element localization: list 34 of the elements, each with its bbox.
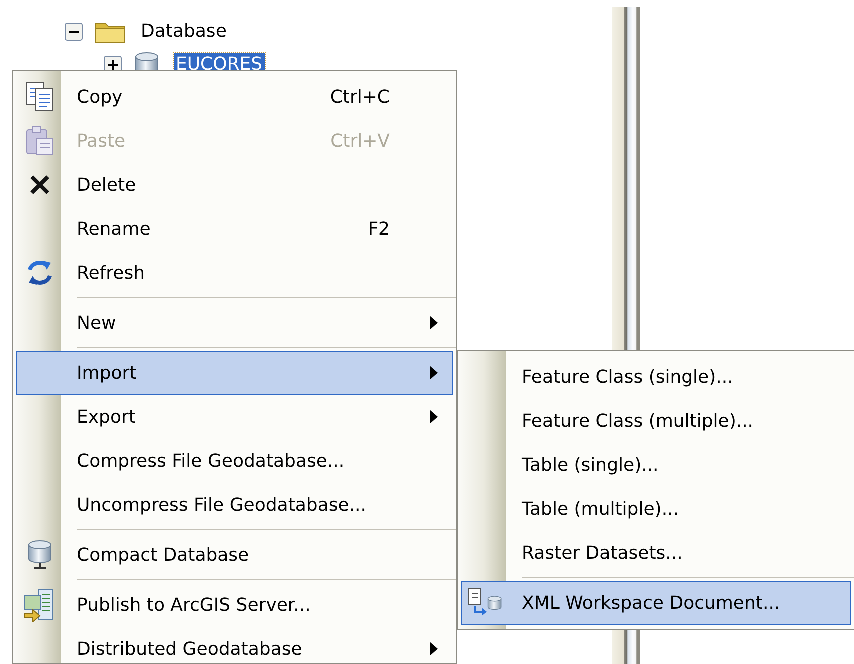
submenu-arrow-icon — [430, 410, 438, 424]
menu-item[interactable]: Publish to ArcGIS Server... — [16, 583, 453, 627]
menu-item[interactable]: Table (multiple)... — [461, 487, 851, 531]
submenu-arrow-icon — [430, 366, 438, 380]
shortcut-text: F2 — [368, 218, 391, 240]
xml-import-icon — [466, 588, 502, 618]
menu-item[interactable]: Feature Class (single)... — [461, 355, 851, 399]
refresh-icon — [26, 258, 54, 288]
shortcut-text: Ctrl+V — [330, 130, 391, 152]
menu-item[interactable]: Table (single)... — [461, 443, 851, 487]
collapse-icon[interactable] — [65, 22, 83, 40]
menu-item[interactable]: New — [16, 301, 453, 345]
menu-item[interactable]: Uncompress File Geodatabase... — [16, 483, 453, 527]
submenu-arrow-icon — [430, 316, 438, 330]
copy-icon — [24, 81, 54, 113]
menu-item[interactable]: Refresh — [16, 251, 453, 295]
tree-item[interactable]: Database — [139, 20, 229, 43]
server-icon — [22, 588, 56, 622]
menu-item[interactable]: Distributed Geodatabase — [16, 627, 453, 663]
menu-item[interactable]: Compress File Geodatabase... — [16, 439, 453, 483]
shortcut-text: Ctrl+C — [330, 86, 391, 108]
menu-item[interactable]: Compact Database — [16, 533, 453, 577]
menu-item[interactable]: Copy Ctrl+C — [16, 75, 453, 119]
menu-item[interactable]: Raster Datasets... — [461, 531, 851, 575]
menu-item[interactable]: Rename F2 — [16, 207, 453, 251]
menu-item[interactable]: Import — [16, 351, 453, 395]
clipboard-icon — [24, 125, 54, 157]
database-icon — [26, 539, 54, 571]
menu-item[interactable]: XML Workspace Document... — [461, 581, 851, 625]
delete-icon — [28, 173, 52, 197]
menu-item[interactable]: Export — [16, 395, 453, 439]
menu-item[interactable]: Delete — [16, 163, 453, 207]
submenu-arrow-icon — [430, 642, 438, 656]
menu-item[interactable]: Feature Class (multiple)... — [461, 399, 851, 443]
